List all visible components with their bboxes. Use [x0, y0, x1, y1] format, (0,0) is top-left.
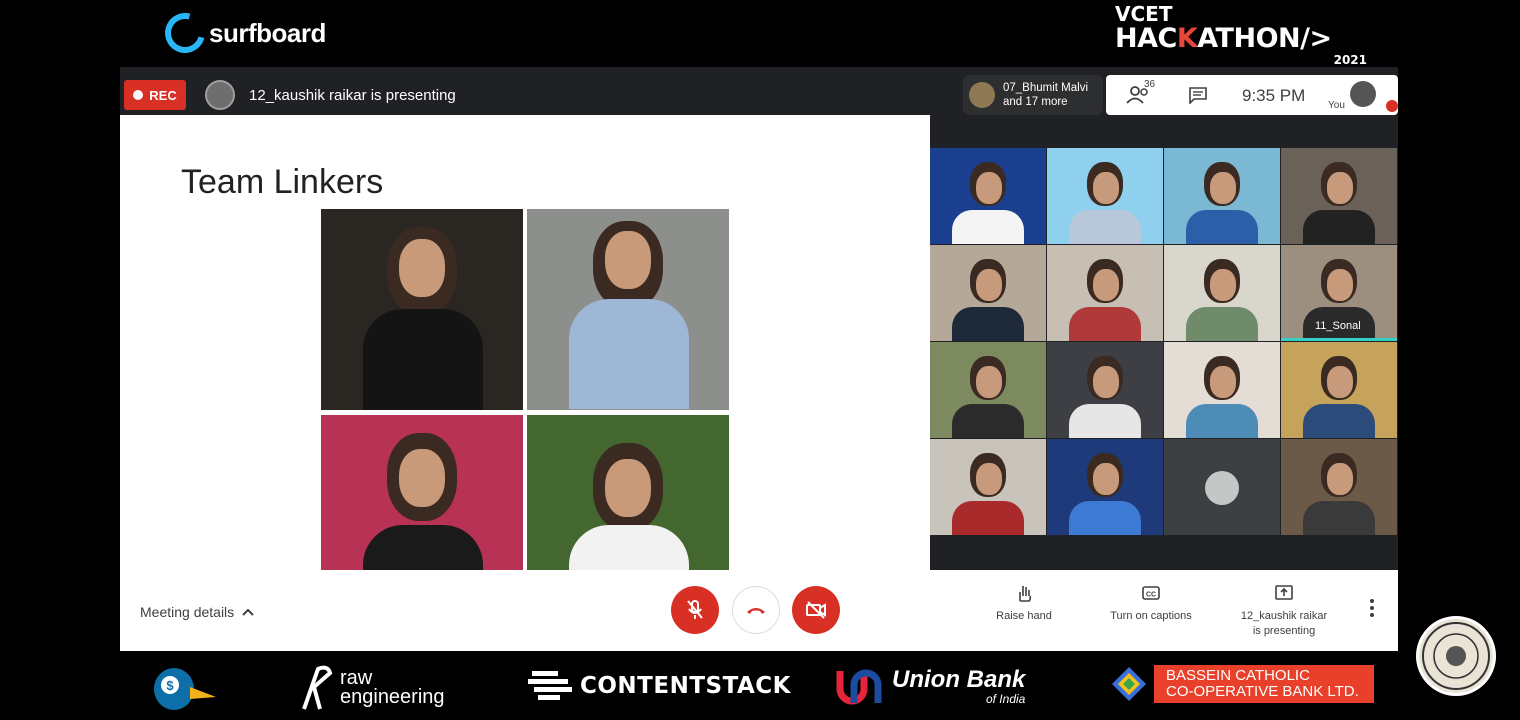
participant-grid: 11_Sonal [930, 148, 1398, 570]
meet-controls-bar: Meeting details Raise hand CC Turn on ca… [120, 570, 1398, 651]
meet-info-panel: 36 9:35 PM You [1106, 75, 1398, 115]
self-avatar[interactable] [1350, 81, 1376, 107]
participant-tile[interactable] [930, 148, 1046, 244]
presenting-button[interactable]: 12_kaushik raikar is presenting [1234, 584, 1334, 639]
participants-pill[interactable]: 07_Bhumit Malvi and 17 more [963, 75, 1103, 115]
meet-topbar: REC 12_kaushik raikar is presenting 07_B… [120, 67, 1398, 115]
participant-tile[interactable] [1047, 342, 1163, 438]
hackathon-year: 2021 [1333, 53, 1367, 67]
raw-engineering-mark-icon [302, 665, 333, 710]
participant-tile[interactable]: 11_Sonal [1281, 245, 1397, 341]
surfboard-wordmark: surfboard [209, 17, 326, 48]
participant-tile[interactable] [1047, 245, 1163, 341]
duck-logo-icon: $ [154, 668, 216, 710]
raise-hand-button[interactable]: Raise hand [988, 584, 1060, 624]
hackathon-org: VCET [1115, 2, 1173, 26]
captions-icon: CC [1142, 586, 1160, 600]
union-bank-logo: Union Bank of India [834, 665, 1025, 709]
engineering-label: engineering [340, 686, 445, 708]
participant-avatar [969, 82, 995, 108]
camera-off-icon [806, 601, 826, 619]
hackathon-title-b: ATHON/> [1197, 23, 1332, 54]
participant-tile[interactable] [1047, 148, 1163, 244]
participant-tile[interactable] [1164, 148, 1280, 244]
clock: 9:35 PM [1242, 86, 1306, 105]
presenter-avatar [205, 80, 235, 110]
surfboard-logo: surfboard [157, 5, 326, 61]
raise-hand-label: Raise hand [996, 610, 1052, 622]
contentstack-logo: CONTENTSTACK [528, 669, 791, 703]
hackathon-logo: VCET HACKATHON/> 2021 [1115, 4, 1375, 66]
people-count: 36 [1144, 79, 1156, 90]
mic-toggle-button[interactable] [671, 586, 719, 634]
svg-text:CC: CC [1146, 592, 1156, 599]
participant-avatar [1205, 471, 1239, 505]
seal-emblem-icon [1422, 622, 1490, 690]
recording-badge: REC [124, 80, 186, 110]
hang-up-icon [747, 608, 765, 614]
meeting-details-toggle[interactable]: Meeting details [140, 604, 254, 620]
team-member-photo [321, 415, 523, 570]
participant-tile[interactable] [930, 342, 1046, 438]
camera-toggle-button[interactable] [792, 586, 840, 634]
participant-tile[interactable] [1164, 342, 1280, 438]
participants-line2: and 17 more [1003, 96, 1068, 108]
participants-line1: 07_Bhumit Malvi [1003, 82, 1089, 94]
union-bank-label: Union Bank [892, 666, 1026, 693]
of-india-label: of India [985, 692, 1026, 706]
hand-icon [1019, 586, 1032, 602]
presenting-label-1: 12_kaushik raikar [1240, 610, 1328, 622]
team-member-photo [321, 209, 523, 410]
bassein-label-2: CO-OPERATIVE BANK LTD. [1166, 683, 1359, 700]
present-screen-icon [1275, 585, 1293, 600]
svg-text:$: $ [166, 678, 174, 693]
contentstack-label: CONTENTSTACK [580, 673, 791, 699]
team-member-photo [527, 209, 729, 410]
hackathon-title: HACKATHON/> [1115, 24, 1375, 54]
bassein-label-1: BASSEIN CATHOLIC [1166, 667, 1310, 684]
captions-label: Turn on captions [1110, 610, 1192, 622]
participant-tile[interactable] [930, 439, 1046, 535]
slide-title: Team Linkers [181, 163, 384, 201]
participants-summary: 07_Bhumit Malvi and 17 more [1003, 81, 1088, 109]
participant-tile[interactable] [1281, 342, 1397, 438]
participant-tile[interactable] [1281, 439, 1397, 535]
leave-call-button[interactable] [732, 586, 780, 634]
mic-off-icon [687, 600, 703, 619]
meeting-details-label: Meeting details [140, 604, 235, 620]
more-options-icon[interactable] [1366, 598, 1378, 618]
union-bank-mark-icon [836, 669, 882, 705]
participant-tile[interactable] [1281, 148, 1397, 244]
sponsor-strip: $ raw engineering CONTENTSTACK Union Ban… [0, 655, 1520, 720]
meet-window: REC 12_kaushik raikar is presenting 07_B… [120, 67, 1398, 651]
rec-label: REC [149, 87, 177, 103]
participant-tile[interactable] [1047, 439, 1163, 535]
participant-tile[interactable] [1164, 245, 1280, 341]
participant-tile[interactable] [1164, 439, 1280, 535]
captions-button[interactable]: CC Turn on captions [1100, 584, 1202, 624]
chevron-up-icon [242, 608, 254, 616]
contentstack-mark-icon [528, 671, 572, 700]
raw-engineering-logo: raw engineering [298, 661, 445, 715]
you-label: You [1328, 100, 1345, 111]
presenter-label: 12_kaushik raikar is presenting [249, 87, 456, 104]
tile-name: 11_Sonal [1315, 320, 1361, 332]
hackathon-title-a: HAC [1115, 23, 1177, 54]
presenting-label-2: is presenting [1252, 625, 1316, 637]
bassein-bank-logo: BASSEIN CATHOLIC CO-OPERATIVE BANK LTD. [1110, 665, 1374, 703]
presentation-slide: Team Linkers [120, 115, 930, 570]
bassein-bank-mark-icon [1112, 667, 1146, 701]
record-dot-icon [133, 90, 144, 100]
mic-off-badge-icon [1386, 100, 1398, 112]
chat-icon[interactable] [1188, 86, 1208, 104]
surfboard-mark-icon [157, 5, 213, 61]
team-member-photo [527, 415, 729, 570]
hackathon-title-k: K [1176, 23, 1198, 54]
institute-seal-logo [1416, 616, 1496, 696]
participant-tile[interactable] [930, 245, 1046, 341]
